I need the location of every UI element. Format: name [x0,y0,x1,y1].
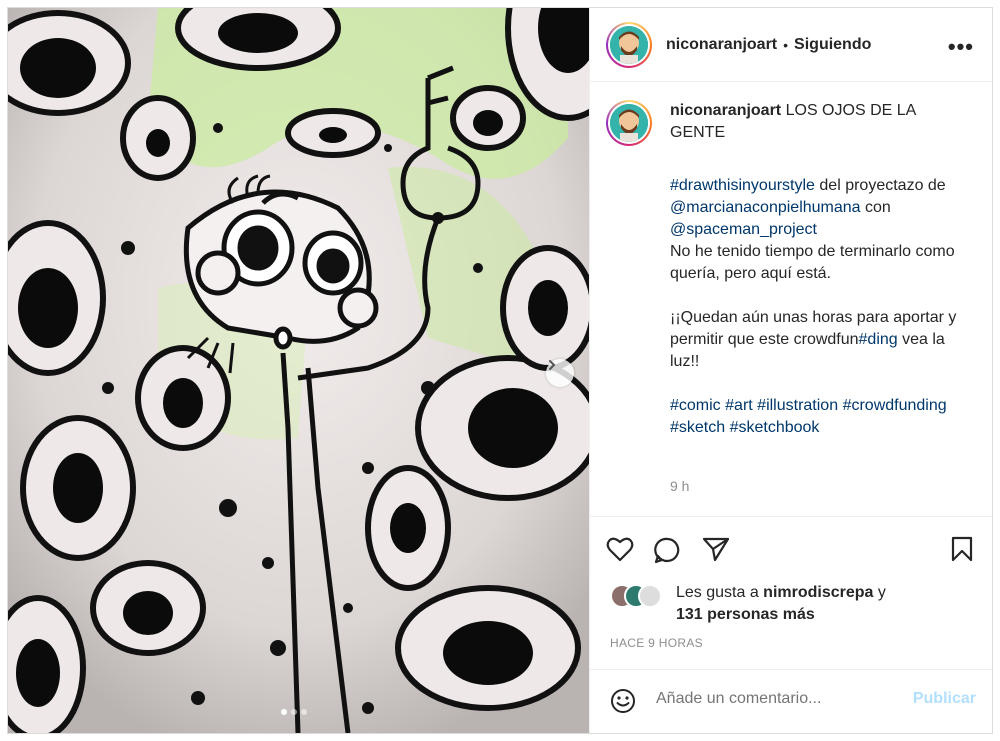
more-options-button[interactable]: ••• [948,34,974,60]
likes-mid: y [873,584,886,601]
caption-text: del proyectazo de [814,177,946,194]
post-dialog: niconaranjoart • Siguiendo ••• niconaran… [7,7,994,734]
carousel-dot [291,709,297,715]
share-icon[interactable] [702,536,730,562]
caption-paragraph: No he tenido tiempo de terminarlo como q… [670,241,970,285]
heart-icon[interactable] [606,536,634,562]
carousel-dot [301,709,307,715]
emoji-icon[interactable] [610,688,636,714]
header-separator: • [783,36,789,53]
caption-text: No he tenido tiempo de terminarlo como q… [670,243,955,282]
post-image[interactable] [8,8,589,733]
hashtag-link[interactable]: #sketchbook [730,419,820,436]
likes-prefix: Les gusta a [676,584,764,601]
publish-button[interactable]: Publicar [913,690,976,708]
chevron-right-icon [549,360,556,370]
caption-heading: niconaranjoart LOS OJOS DE LA GENTE [670,100,970,144]
hashtag-link[interactable]: #drawthisinyourstyle [670,177,815,194]
hashtag-link[interactable]: #sketch [670,419,725,436]
comment-bar: Publicar [590,669,994,733]
carousel-indicator [281,709,307,715]
likes-text: Les gusta a nimrodiscrepa y 131 personas … [676,582,976,626]
actions-divider [590,516,994,517]
post-header: niconaranjoart • Siguiendo ••• [590,8,994,82]
carousel-next-button[interactable] [546,359,574,387]
avatar[interactable] [606,21,652,68]
caption-username[interactable]: niconaranjoart [670,102,781,119]
likes-others[interactable]: 131 personas más [676,606,815,623]
carousel-dot [281,709,287,715]
post-timestamp[interactable]: HACE 9 HORAS [610,636,703,650]
liker-avatars[interactable] [610,584,662,610]
comment-input[interactable] [656,690,896,708]
caption-paragraph: ¡¡Quedan aún unas horas para aportar y p… [670,307,970,373]
avatar [638,584,662,608]
caption-timestamp[interactable]: 9 h [670,478,689,494]
likes-user[interactable]: nimrodiscrepa [763,584,873,601]
caption-body: #drawthisinyourstyle del proyectazo de @… [670,175,970,439]
hashtag-link[interactable]: #illustration [757,397,838,414]
hashtag-link[interactable]: @marcianaconpielhumana [670,199,861,216]
hashtag-link[interactable]: #comic [670,397,721,414]
post-sidebar: niconaranjoart • Siguiendo ••• niconaran… [589,8,994,733]
header-username[interactable]: niconaranjoart [666,36,777,54]
hashtag-link[interactable]: @spaceman_project [670,221,817,238]
comment-icon[interactable] [654,536,682,564]
artwork-illustration [8,8,589,733]
caption-paragraph: #drawthisinyourstyle del proyectazo de @… [670,175,970,241]
hashtag-link[interactable]: #crowdfunding [843,397,947,414]
caption-paragraph: #comic #art #illustration #crowdfunding … [670,395,970,439]
caption-text: con [860,199,891,216]
hashtag-link[interactable]: #ding [859,331,898,348]
bookmark-icon[interactable] [950,536,974,562]
caption-avatar[interactable] [606,100,652,146]
following-button[interactable]: Siguiendo [794,36,871,54]
hashtag-link[interactable]: #art [725,397,753,414]
more-icon: ••• [947,34,974,59]
